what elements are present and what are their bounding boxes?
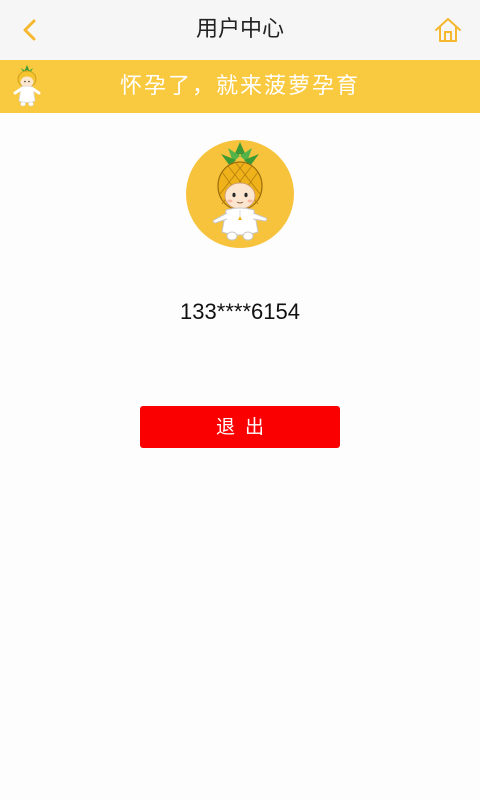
top-nav-bar: 用户中心 bbox=[0, 0, 480, 61]
pineapple-mascot-icon bbox=[13, 65, 41, 107]
user-center-screen: 用户中心 怀孕了，就来菠萝孕育 133****6154 退出 bbox=[0, 0, 480, 800]
chevron-left-icon bbox=[23, 19, 36, 41]
banner-slogan: 怀孕了，就来菠萝孕育 bbox=[119, 74, 360, 99]
pineapple-avatar-icon bbox=[212, 142, 268, 241]
back-button[interactable] bbox=[10, 12, 50, 48]
promo-banner: 怀孕了，就来菠萝孕育 bbox=[0, 60, 480, 113]
home-button[interactable] bbox=[428, 12, 468, 48]
avatar[interactable] bbox=[186, 140, 294, 248]
logout-button[interactable]: 退出 bbox=[140, 406, 340, 448]
page-title: 用户中心 bbox=[195, 17, 284, 42]
home-icon bbox=[435, 18, 461, 42]
phone-number: 133****6154 bbox=[180, 299, 300, 324]
